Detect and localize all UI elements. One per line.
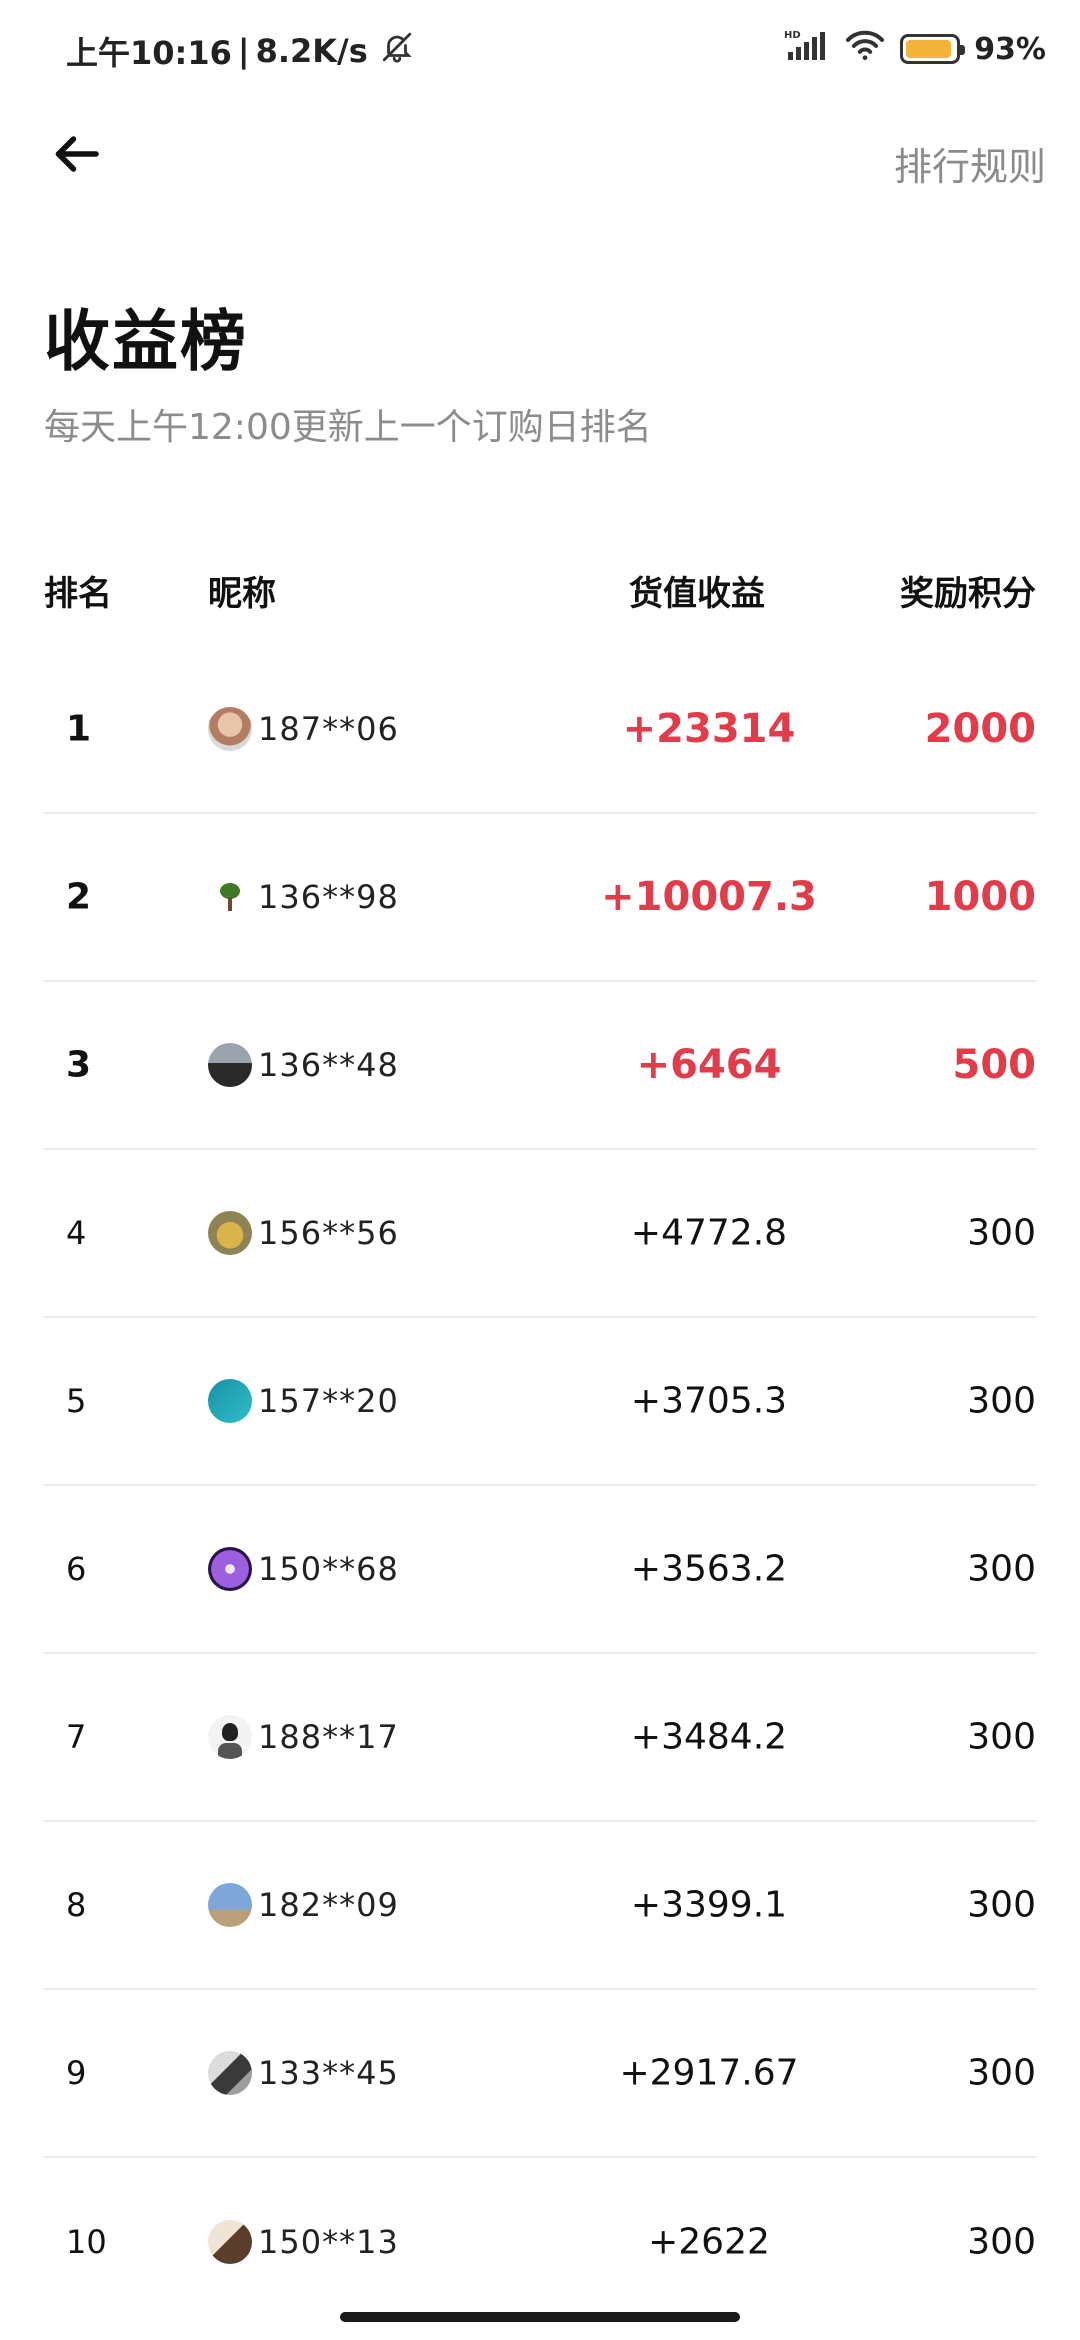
rank-number: 8 — [66, 1886, 87, 1924]
nickname: 156**56 — [258, 1214, 399, 1252]
battery-percent: 93% — [974, 31, 1046, 67]
nickname-cell: 133**45 — [208, 2051, 399, 2095]
points-value: 2000 — [924, 706, 1036, 752]
nickname-cell: 136**48 — [208, 1043, 399, 1087]
gain-value: +4772.8 — [630, 1212, 788, 1254]
table-row[interactable]: 9 133**45 +2917.67 300 — [44, 1990, 1036, 2158]
nickname-cell: 157**20 — [208, 1379, 399, 1423]
page-subtitle: 每天上午12:00更新上一个订购日排名 — [44, 407, 652, 448]
network-type-label: HD — [784, 30, 801, 41]
table-row[interactable]: 6 150**68 +3563.2 300 — [44, 1486, 1036, 1654]
nickname-cell: 187**06 — [208, 707, 399, 751]
avatar — [208, 1883, 252, 1927]
table-header: 排名 昵称 货值收益 奖励积分 — [44, 566, 1036, 618]
avatar — [208, 2220, 252, 2264]
screen: 上午10:16 | 8.2K/s HD 93% 排行规则 收益榜 每天上午12:… — [0, 0, 1080, 2340]
avatar — [208, 875, 252, 919]
avatar — [208, 1715, 252, 1759]
nickname: 133**45 — [258, 2054, 399, 2092]
points-value: 300 — [967, 1716, 1036, 1758]
arrow-left-icon — [55, 136, 99, 172]
ranking-list: 1 187**06 +23314 2000 2 136**98 +10007.3… — [44, 646, 1036, 2326]
avatar — [208, 1211, 252, 1255]
nickname: 157**20 — [258, 1382, 399, 1420]
rank-number: 5 — [66, 1382, 87, 1420]
avatar — [208, 2051, 252, 2095]
points-value: 300 — [967, 1884, 1036, 1926]
table-row[interactable]: 7 188**17 +3484.2 300 — [44, 1654, 1036, 1822]
gain-value: +3484.2 — [630, 1716, 788, 1758]
nickname: 187**06 — [258, 710, 399, 748]
points-value: 300 — [967, 1380, 1036, 1422]
table-row[interactable]: 1 187**06 +23314 2000 — [44, 646, 1036, 814]
points-value: 300 — [967, 1548, 1036, 1590]
table-row[interactable]: 10 150**13 +2622 300 — [44, 2158, 1036, 2326]
points-value: 500 — [952, 1042, 1037, 1088]
avatar — [208, 1547, 252, 1591]
nickname-cell: 150**13 — [208, 2220, 399, 2264]
status-net-speed: 8.2K/s — [255, 32, 368, 70]
header-gain: 货值收益 — [629, 574, 765, 614]
gain-value: +3563.2 — [630, 1548, 788, 1590]
points-value: 1000 — [924, 874, 1036, 920]
nickname: 188**17 — [258, 1718, 399, 1756]
table-row[interactable]: 2 136**98 +10007.3 1000 — [44, 814, 1036, 982]
avatar — [208, 1043, 252, 1087]
rank-number: 4 — [66, 1214, 87, 1252]
nickname-cell: 182**09 — [208, 1883, 399, 1927]
rank-number: 6 — [66, 1550, 87, 1588]
gain-value: +6464 — [636, 1042, 782, 1088]
gain-value: +2917.67 — [619, 2052, 799, 2094]
header-nickname: 昵称 — [208, 574, 276, 614]
gain-value: +3399.1 — [630, 1884, 788, 1926]
nickname: 136**48 — [258, 1046, 399, 1084]
points-value: 300 — [967, 2221, 1036, 2263]
rank-number: 9 — [66, 2054, 87, 2092]
ranking-rules-link[interactable]: 排行规则 — [894, 136, 1046, 191]
gain-value: +10007.3 — [601, 874, 817, 920]
back-button[interactable] — [46, 124, 106, 184]
status-time: 上午10:16 — [66, 34, 232, 72]
status-separator: | — [237, 32, 250, 70]
rank-number: 7 — [66, 1718, 87, 1756]
rank-number: 10 — [66, 2223, 107, 2261]
nickname: 136**98 — [258, 878, 399, 916]
table-row[interactable]: 4 156**56 +4772.8 300 — [44, 1150, 1036, 1318]
status-left: 上午10:16 | 8.2K/s — [66, 28, 414, 74]
rank-number: 3 — [66, 1044, 92, 1086]
bell-off-icon — [380, 30, 414, 72]
page-title: 收益榜 — [44, 303, 248, 380]
nickname-cell: 136**98 — [208, 875, 399, 919]
nickname: 150**68 — [258, 1550, 399, 1588]
status-bar: 上午10:16 | 8.2K/s HD 93% — [0, 0, 1080, 100]
points-value: 300 — [967, 2052, 1036, 2094]
battery-level — [906, 40, 951, 58]
avatar — [208, 1379, 252, 1423]
gain-value: +3705.3 — [630, 1380, 788, 1422]
status-right: HD 93% — [784, 28, 1046, 70]
signal-icon: HD — [784, 28, 830, 70]
header-rank: 排名 — [44, 574, 112, 614]
table-row[interactable]: 5 157**20 +3705.3 300 — [44, 1318, 1036, 1486]
wifi-icon — [844, 28, 886, 70]
battery-icon — [900, 34, 966, 64]
nickname: 150**13 — [258, 2223, 399, 2261]
nickname-cell: 150**68 — [208, 1547, 399, 1591]
header-points: 奖励积分 — [900, 574, 1036, 614]
home-indicator[interactable] — [340, 2312, 740, 2322]
rank-number: 2 — [66, 876, 92, 918]
points-value: 300 — [967, 1212, 1036, 1254]
avatar — [208, 707, 252, 751]
table-row[interactable]: 3 136**48 +6464 500 — [44, 982, 1036, 1150]
gain-value: +2622 — [648, 2221, 770, 2263]
nickname-cell: 156**56 — [208, 1211, 399, 1255]
nickname: 182**09 — [258, 1886, 399, 1924]
table-row[interactable]: 8 182**09 +3399.1 300 — [44, 1822, 1036, 1990]
gain-value: +23314 — [622, 706, 796, 752]
nickname-cell: 188**17 — [208, 1715, 399, 1759]
rank-number: 1 — [66, 708, 92, 750]
battery-tip — [960, 45, 966, 55]
